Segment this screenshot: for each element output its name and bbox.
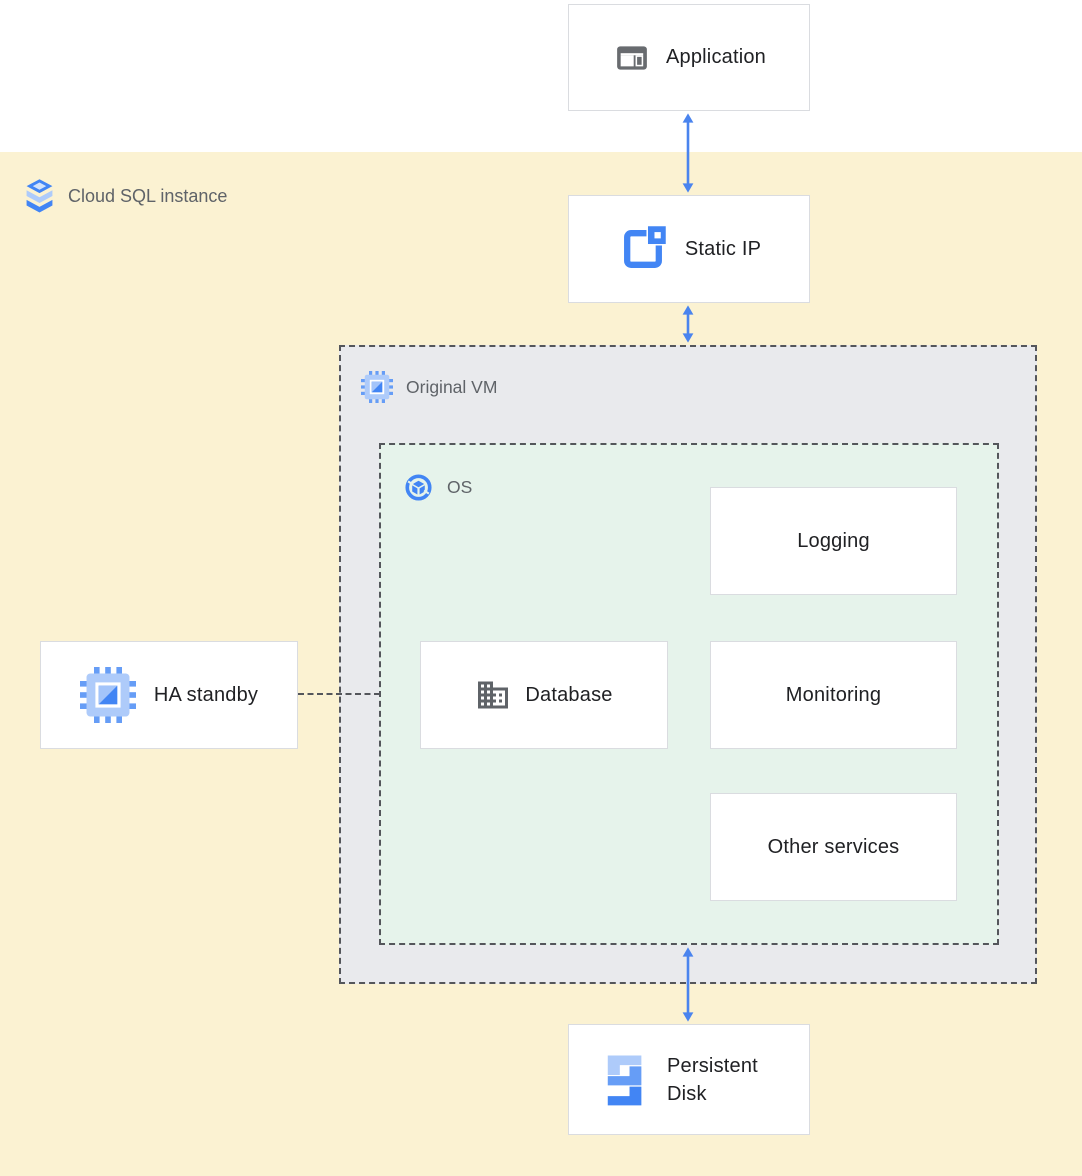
- app-window-icon: [612, 41, 652, 75]
- building-icon: [475, 677, 511, 713]
- compute-chip-icon: [361, 371, 393, 403]
- os-label: OS: [404, 473, 472, 502]
- cloud-sql-stack-icon: [24, 178, 55, 215]
- original-vm-label: Original VM: [361, 371, 497, 403]
- arrow-os-persistent-disk: [681, 947, 695, 1022]
- persistent-disk-node-label: Persistent Disk: [667, 1052, 779, 1108]
- cloud-sql-label-text: Cloud SQL instance: [68, 186, 227, 207]
- os-cube-icon: [404, 473, 433, 502]
- database-node-label: Database: [525, 684, 612, 707]
- arrow-application-static-ip: [681, 113, 695, 193]
- architecture-diagram: Cloud SQL instance Original VM O: [0, 0, 1082, 1176]
- ha-standby-connector-line: [298, 693, 380, 695]
- compute-chip-icon: [80, 667, 136, 723]
- static-ip-icon: [617, 223, 669, 275]
- original-vm-label-text: Original VM: [406, 377, 497, 398]
- static-ip-node: Static IP: [568, 195, 810, 303]
- static-ip-node-label: Static IP: [685, 238, 761, 261]
- os-label-text: OS: [447, 477, 472, 498]
- arrow-static-ip-vm: [681, 305, 695, 343]
- monitoring-node: Monitoring: [710, 641, 957, 749]
- other-services-node-label: Other services: [768, 836, 900, 859]
- logging-node-label: Logging: [797, 530, 870, 553]
- other-services-node: Other services: [710, 793, 957, 901]
- cloud-sql-label: Cloud SQL instance: [24, 177, 227, 215]
- ha-standby-node: HA standby: [40, 641, 298, 749]
- persistent-disk-icon: [599, 1052, 651, 1108]
- monitoring-node-label: Monitoring: [786, 684, 881, 707]
- persistent-disk-node: Persistent Disk: [568, 1024, 810, 1135]
- database-node: Database: [420, 641, 668, 749]
- logging-node: Logging: [710, 487, 957, 595]
- application-node: Application: [568, 4, 810, 111]
- ha-standby-node-label: HA standby: [154, 684, 258, 707]
- application-node-label: Application: [666, 46, 766, 69]
